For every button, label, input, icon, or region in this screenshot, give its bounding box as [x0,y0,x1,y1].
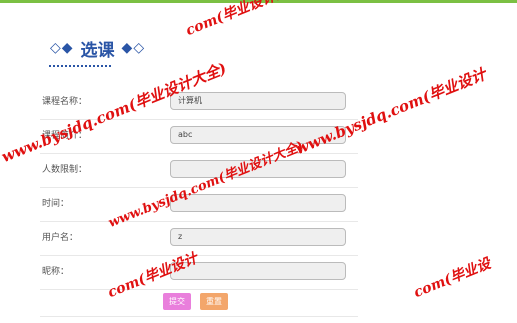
username-label: 用户名： [42,233,79,243]
watermark-text: com(毕业设计大全) [183,0,311,40]
course-intro-label: 课程简介： [42,131,88,141]
page-title-text: 选课 [80,40,115,61]
time-label: 时间： [42,199,70,209]
form-row-username: 用户名： z [40,221,358,256]
title-underline [49,65,111,67]
course-name-label: 课程名称： [42,97,88,107]
title-prefix-decoration: ◇◆ [50,40,74,56]
form-row-course-name: 课程名称： 计算机 [40,85,358,120]
form-row-time: 时间： [40,187,358,222]
top-accent-bar [0,0,517,3]
form-actions: 提交 重置 [40,290,358,317]
page-title: ◇◆ 选课 ◆◇ [50,36,146,61]
title-suffix-decoration: ◆◇ [121,40,146,56]
nickname-label: 昵称： [42,267,70,277]
capacity-input[interactable] [170,160,346,178]
course-name-input[interactable]: 计算机 [170,92,346,110]
username-input[interactable]: z [170,228,346,246]
watermark-text: com(毕业设 [411,255,494,302]
submit-button[interactable]: 提交 [163,293,191,310]
form-row-course-intro: 课程简介： abc [40,119,358,154]
form-row-nickname: 昵称： [40,255,358,290]
nickname-input[interactable] [170,262,346,280]
time-input[interactable] [170,194,346,212]
form-row-capacity: 人数限制： [40,153,358,188]
reset-button[interactable]: 重置 [200,293,228,310]
course-intro-input[interactable]: abc [170,126,346,144]
capacity-label: 人数限制： [42,165,88,175]
